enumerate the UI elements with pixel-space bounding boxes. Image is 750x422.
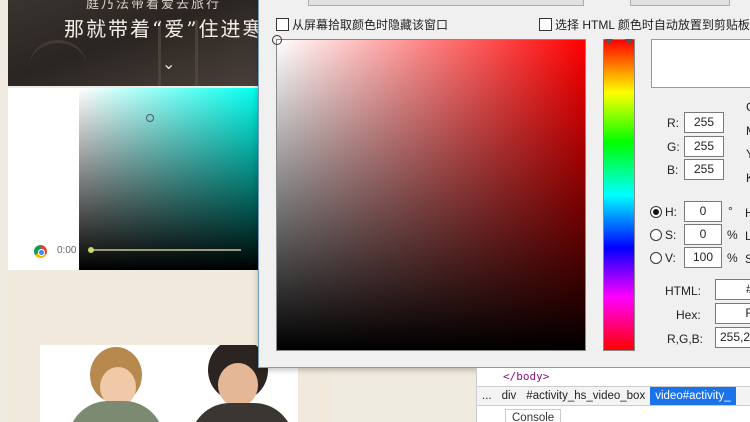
- s-unit: %: [727, 228, 738, 242]
- breadcrumb: ... div #activity_hs_video_box video#act…: [477, 386, 750, 406]
- person-clothes: [68, 401, 164, 422]
- y-label: Y: [746, 147, 750, 161]
- breadcrumb-ellipsis[interactable]: ...: [477, 390, 497, 402]
- hue-slider[interactable]: [603, 39, 635, 351]
- breadcrumb-video-box[interactable]: #activity_hs_video_box: [521, 390, 650, 402]
- hue-arrow-right-icon[interactable]: [625, 39, 633, 45]
- auto-copy-checkbox[interactable]: 选择 HTML 颜色时自动放置到剪贴板: [539, 16, 750, 33]
- html-label: HTML:: [665, 284, 701, 298]
- screen: 庭乃法带着爱去旅行 那就带着“爱”住进寒 ⌄ 0:00 从屏幕拾取颜色时隐藏该窗…: [0, 0, 750, 422]
- c-label: C: [746, 100, 750, 114]
- b-input[interactable]: 255: [684, 159, 724, 180]
- k-label: K: [746, 171, 750, 185]
- hide-window-checkbox[interactable]: 从屏幕拾取颜色时隐藏该窗口: [276, 16, 448, 33]
- v-input[interactable]: 100: [684, 247, 722, 268]
- s-label: S:: [665, 228, 677, 242]
- checkbox-box[interactable]: [539, 18, 552, 31]
- hex-label: Hex:: [676, 308, 701, 322]
- table-decoration: [28, 40, 88, 86]
- video-progress-track[interactable]: [89, 249, 241, 251]
- devtools-panel: </body> ... div #activity_hs_video_box v…: [476, 368, 750, 422]
- video-left-blank: [8, 88, 80, 270]
- hue-arrow-left-icon[interactable]: [605, 39, 613, 45]
- breadcrumb-video-selected[interactable]: video#activity_: [650, 387, 736, 405]
- v-radio[interactable]: [650, 252, 662, 264]
- hide-window-label: 从屏幕拾取颜色时隐藏该窗口: [292, 18, 449, 32]
- color-picker-dialog: 从屏幕拾取颜色时隐藏该窗口 选择 HTML 颜色时自动放置到剪贴板 R: 255…: [258, 0, 750, 368]
- hero-banner: 庭乃法带着爱去旅行 那就带着“爱”住进寒 ⌄: [8, 0, 258, 86]
- banner-title: 那就带着“爱”住进寒: [64, 17, 258, 41]
- auto-copy-label: 选择 HTML 颜色时自动放置到剪贴板: [555, 18, 750, 32]
- html-input[interactable]: #F: [715, 279, 750, 300]
- color-preview: [651, 39, 750, 88]
- breadcrumb-div[interactable]: div: [497, 390, 522, 402]
- chevron-down-icon[interactable]: ⌄: [162, 54, 175, 74]
- s-side-label: L: [745, 229, 750, 243]
- video-progress-knob[interactable]: [88, 247, 94, 253]
- r-input[interactable]: 255: [684, 112, 724, 133]
- h-label: H:: [665, 205, 677, 219]
- dialog-button[interactable]: [630, 0, 730, 6]
- code-line[interactable]: </body>: [477, 368, 750, 386]
- person-face: [218, 363, 258, 407]
- v-unit: %: [727, 251, 738, 265]
- v-side-label: S: [745, 252, 750, 266]
- video-time: 0:00: [57, 245, 77, 256]
- h-side-label: H: [745, 206, 750, 220]
- banner-top-text: 庭乃法带着爱去旅行: [86, 0, 222, 11]
- person-clothes: [190, 403, 294, 422]
- h-input[interactable]: 0: [684, 201, 722, 222]
- pick-screen-button[interactable]: [308, 0, 584, 6]
- saturation-value-field[interactable]: [272, 35, 586, 351]
- chrome-icon: [34, 245, 47, 258]
- hex-input[interactable]: FF: [715, 303, 750, 324]
- rgb-combo-input[interactable]: 255,2: [715, 327, 750, 348]
- s-radio[interactable]: [650, 229, 662, 241]
- s-input[interactable]: 0: [684, 224, 722, 245]
- h-radio[interactable]: [650, 206, 662, 218]
- r-label: R:: [667, 116, 679, 130]
- color-cursor-icon[interactable]: [272, 35, 282, 45]
- tab-console[interactable]: Console: [505, 409, 562, 422]
- v-label: V:: [665, 251, 676, 265]
- rgb-combo-label: R,G,B:: [667, 332, 704, 346]
- checkbox-box[interactable]: [276, 18, 289, 31]
- video-player[interactable]: [79, 88, 258, 270]
- picker-cursor-icon: [146, 114, 154, 122]
- h-unit: °: [728, 204, 733, 218]
- g-label: G:: [667, 140, 680, 154]
- g-input[interactable]: 255: [684, 136, 724, 157]
- m-label: M: [746, 124, 750, 138]
- b-label: B:: [667, 163, 679, 177]
